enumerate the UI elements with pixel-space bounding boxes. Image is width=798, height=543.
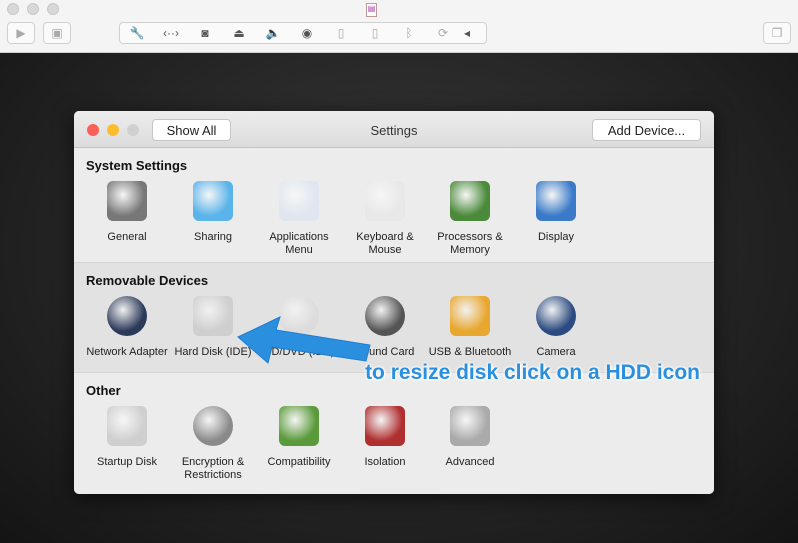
settings-item-processors-memory[interactable]: Processors & Memory — [427, 181, 513, 257]
settings-item-general[interactable]: General — [84, 181, 170, 244]
windows-button[interactable]: ❐ — [763, 22, 791, 44]
document-icon: ▤ — [366, 3, 377, 17]
annotation-text: to resize disk click on a HDD icon — [365, 361, 700, 384]
item-label: Processors & Memory — [437, 231, 503, 256]
cd-icon[interactable]: ⏏ — [222, 26, 256, 40]
zoom-button[interactable] — [47, 3, 59, 15]
section-title: Removable Devices — [86, 273, 209, 288]
arrow-annotation — [237, 316, 371, 364]
snapshot-button[interactable]: ▣ — [43, 22, 71, 44]
item-label: Encryption & Restrictions — [181, 456, 245, 481]
display-icon — [536, 181, 576, 221]
section-title: System Settings — [86, 158, 188, 173]
startup-disk-icon — [107, 406, 147, 446]
processors-memory-icon — [450, 181, 490, 221]
item-label: Keyboard & Mouse — [356, 231, 414, 256]
settings-item-encryption-restrictions[interactable]: Encryption & Restrictions — [170, 406, 256, 482]
settings-item-applications-menu[interactable]: Applications Menu — [256, 181, 342, 257]
vm-toolbar: ▤ ▶ ▣ 🔧 ‹··› ◙ ⏏ 🔈 ◉ ▯ ▯ ᛒ ⟳ ◂ ❐ — [0, 0, 798, 53]
item-label: Isolation — [364, 456, 406, 468]
play-button[interactable]: ▶ — [7, 22, 35, 44]
compatibility-icon — [279, 406, 319, 446]
hard-disk-icon[interactable]: ◙ — [188, 26, 222, 40]
isolation-icon — [365, 406, 405, 446]
settings-item-network-adapter[interactable]: Network Adapter — [84, 296, 170, 359]
add-device-button[interactable]: Add Device... — [592, 119, 701, 141]
advanced-icon — [450, 406, 490, 446]
usb-icon[interactable]: ▯ — [324, 26, 358, 40]
settings-item-compatibility[interactable]: Compatibility — [256, 406, 342, 469]
section-system-settings: System Settings General Sharing Application… — [74, 148, 714, 262]
usb-bluetooth-icon — [450, 296, 490, 336]
settings-item-display[interactable]: Display — [513, 181, 599, 244]
applications-menu-icon — [279, 181, 319, 221]
network-icon[interactable]: ‹··› — [154, 26, 188, 40]
item-label: General — [107, 231, 147, 243]
item-label: Sharing — [194, 231, 232, 243]
keyboard-mouse-icon — [365, 181, 405, 221]
settings-item-advanced[interactable]: Advanced — [427, 406, 513, 469]
wrench-icon[interactable]: 🔧 — [120, 26, 154, 40]
item-label: Startup Disk — [97, 456, 157, 468]
item-label: Advanced — [445, 456, 495, 468]
minimize-button[interactable] — [27, 3, 39, 15]
camera-icon[interactable]: ◉ — [290, 26, 324, 40]
settings-item-usb-bluetooth[interactable]: USB & Bluetooth — [427, 296, 513, 359]
sound-icon[interactable]: 🔈 — [256, 26, 290, 40]
item-label: Compatibility — [267, 456, 331, 468]
encryption-restrictions-icon — [193, 406, 233, 446]
general-icon — [107, 181, 147, 221]
chevron-left-icon[interactable]: ◂ — [460, 26, 474, 40]
settings-item-keyboard-mouse[interactable]: Keyboard & Mouse — [342, 181, 428, 257]
section-other: Other Startup Disk Encryption & Restrictio… — [74, 372, 714, 494]
device-toolbar: 🔧 ‹··› ◙ ⏏ 🔈 ◉ ▯ ▯ ᛒ ⟳ ◂ — [119, 22, 487, 44]
item-label: Display — [537, 231, 575, 243]
section-removable-devices: Removable Devices Network Adapter Hard Dis… — [74, 262, 714, 372]
title-bar: Show All Settings Add Device... — [74, 111, 714, 148]
settings-item-camera[interactable]: Camera — [513, 296, 599, 359]
settings-window: Show All Settings Add Device... System S… — [74, 111, 714, 494]
settings-item-isolation[interactable]: Isolation — [342, 406, 428, 469]
section-title: Other — [86, 383, 121, 398]
item-label: Applications Menu — [269, 231, 329, 256]
settings-item-startup-disk[interactable]: Startup Disk — [84, 406, 170, 469]
usb-icon[interactable]: ▯ — [358, 26, 392, 40]
shared-folder-icon[interactable]: ⟳ — [426, 26, 460, 40]
sharing-icon — [193, 181, 233, 221]
close-button[interactable] — [7, 3, 19, 15]
bluetooth-icon[interactable]: ᛒ — [392, 26, 426, 40]
network-adapter-icon — [107, 296, 147, 336]
camera-icon — [536, 296, 576, 336]
hard-disk-ide-icon — [193, 296, 233, 336]
item-label: Network Adapter — [86, 346, 168, 358]
settings-item-sharing[interactable]: Sharing — [170, 181, 256, 244]
